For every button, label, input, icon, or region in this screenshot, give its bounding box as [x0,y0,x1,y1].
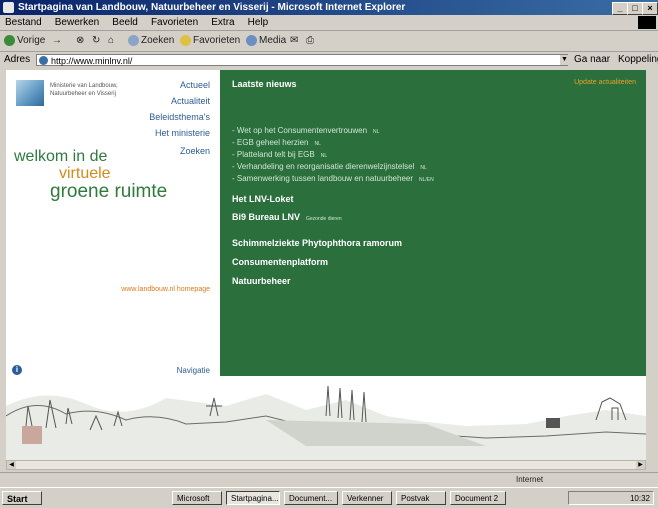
window-title-bar[interactable]: Startpagina van Landbouw, Natuurbeheer e… [0,0,658,15]
update-link[interactable]: Update actualiteiten [574,79,636,86]
menu-help[interactable]: Help [243,15,274,30]
home-button[interactable]: ⌂ [108,34,114,48]
page-icon [39,56,48,65]
news-item[interactable]: - Platteland telt bij EGB NL [232,150,327,159]
start-button[interactable]: Start [2,491,42,505]
refresh-button[interactable]: ↻ [92,34,100,48]
bottom-nav-link[interactable]: Navigatie [177,366,210,375]
news-tag: NL [314,141,321,147]
task-button[interactable]: Document... [284,491,338,505]
menu-view[interactable]: Beeld [107,15,143,30]
nav-beleidsthemas[interactable]: Beleidsthema's [149,112,210,122]
task-button[interactable]: Document 2 [450,491,506,505]
star-icon [180,34,191,46]
system-tray: 10:32 [568,491,654,505]
close-button[interactable]: × [642,2,658,15]
media-button[interactable]: Media [246,34,286,48]
web-page: Ministerie van Landbouw, Natuurbeheer en… [6,70,646,460]
news-tag: NL [320,153,328,159]
news-item[interactable]: - Wet op het Consumentenvertrouwen NL [232,126,379,135]
media-icon [246,34,257,46]
toolbar: Vorige → ⊗ ↻ ⌂ Zoeken Favorieten Media ✉… [0,31,658,52]
back-arrow-icon [4,34,15,46]
address-value: http://www.minlnv.nl/ [51,56,133,66]
landscape-banner-illustration [6,376,646,460]
task-button[interactable]: Microsoft [172,491,222,505]
scroll-right-icon[interactable]: ▶ [636,461,645,469]
task-button[interactable]: Verkenner [342,491,392,505]
print-button[interactable]: ⎙ [306,34,314,48]
mail-button[interactable]: ✉ [290,34,298,48]
search-button[interactable]: Zoeken [128,34,174,48]
link-lnv-loket[interactable]: Het LNV-Loket [232,194,294,204]
nav-actueel[interactable]: Actueel [180,80,210,90]
news-tag: NL [373,129,380,135]
menu-favorites[interactable]: Favorieten [146,15,203,30]
logo-text: Ministerie van Landbouw, Natuurbeheer en… [50,83,118,97]
news-tag: NL/EN [419,177,434,183]
menu-edit[interactable]: Bewerken [50,15,104,30]
status-bar: Internet [0,472,658,487]
link-phytophthora[interactable]: Schimmelziekte Phytophthora ramorum [232,238,402,248]
search-icon [128,34,139,46]
ie-app-icon [3,2,14,13]
forward-button[interactable]: → [52,34,62,48]
news-panel: Laatste nieuws Update actualiteiten - We… [220,70,646,376]
info-icon[interactable]: i [12,365,22,375]
address-input[interactable]: http://www.minlnv.nl/ [36,54,568,66]
nav-actualiteit[interactable]: Actualiteit [171,96,210,106]
lnv-logo-icon[interactable] [16,80,44,106]
homepage-link[interactable]: www.landbouw.nl homepage [121,286,210,293]
nav-ministerie[interactable]: Het ministerie [155,128,210,138]
task-button[interactable]: Postvak [396,491,446,505]
status-zone: Internet [516,475,544,484]
link-consumentenplatform[interactable]: Consumentenplatform [232,257,328,267]
welcome-line-3: groene ruimte [50,181,168,202]
address-bar: Adres http://www.minlnv.nl/ ▼ Ga naar Ko… [0,52,658,69]
minimize-button[interactable]: _ [612,2,628,15]
task-button-active[interactable]: Startpagina... [226,491,280,505]
news-item[interactable]: - Verhandeling en reorganisatie dierenwe… [232,162,427,171]
news-item[interactable]: - Samenwerking tussen landbouw en natuur… [232,174,434,183]
news-item[interactable]: - EGB geheel herzien NL [232,138,321,147]
address-label: Adres [4,54,31,65]
maximize-button[interactable]: □ [627,2,643,15]
news-title: Laatste nieuws [232,79,297,89]
menu-tools[interactable]: Extra [206,15,239,30]
favorites-button[interactable]: Favorieten [180,34,240,48]
stop-button[interactable]: ⊗ [76,34,84,48]
taskbar: Start Microsoft Startpagina... Document.… [0,487,658,508]
links-button[interactable]: Koppelingen [618,54,658,65]
clock: 10:32 [629,494,650,503]
horizontal-scrollbar[interactable]: ◀ ▶ [6,460,646,470]
go-button[interactable]: Ga naar [574,54,610,65]
left-panel: Ministerie van Landbouw, Natuurbeheer en… [6,70,220,376]
link-bureau-lnv[interactable]: Bi9 Bureau LNV Gezonde dieren [232,212,342,222]
menu-bar: Bestand Bewerken Beeld Favorieten Extra … [0,15,658,31]
link-natuurbeheer[interactable]: Natuurbeheer [232,276,291,286]
news-tag: NL [420,165,427,171]
back-button[interactable]: Vorige [4,34,45,48]
window-title: Startpagina van Landbouw, Natuurbeheer e… [18,2,406,13]
welcome-line-1: welkom in de [14,148,108,165]
address-dropdown-icon[interactable]: ▼ [560,55,569,65]
scroll-left-icon[interactable]: ◀ [7,461,16,469]
nav-zoeken[interactable]: Zoeken [180,146,210,156]
menu-file[interactable]: Bestand [0,15,47,30]
windows-logo-icon [638,16,656,29]
